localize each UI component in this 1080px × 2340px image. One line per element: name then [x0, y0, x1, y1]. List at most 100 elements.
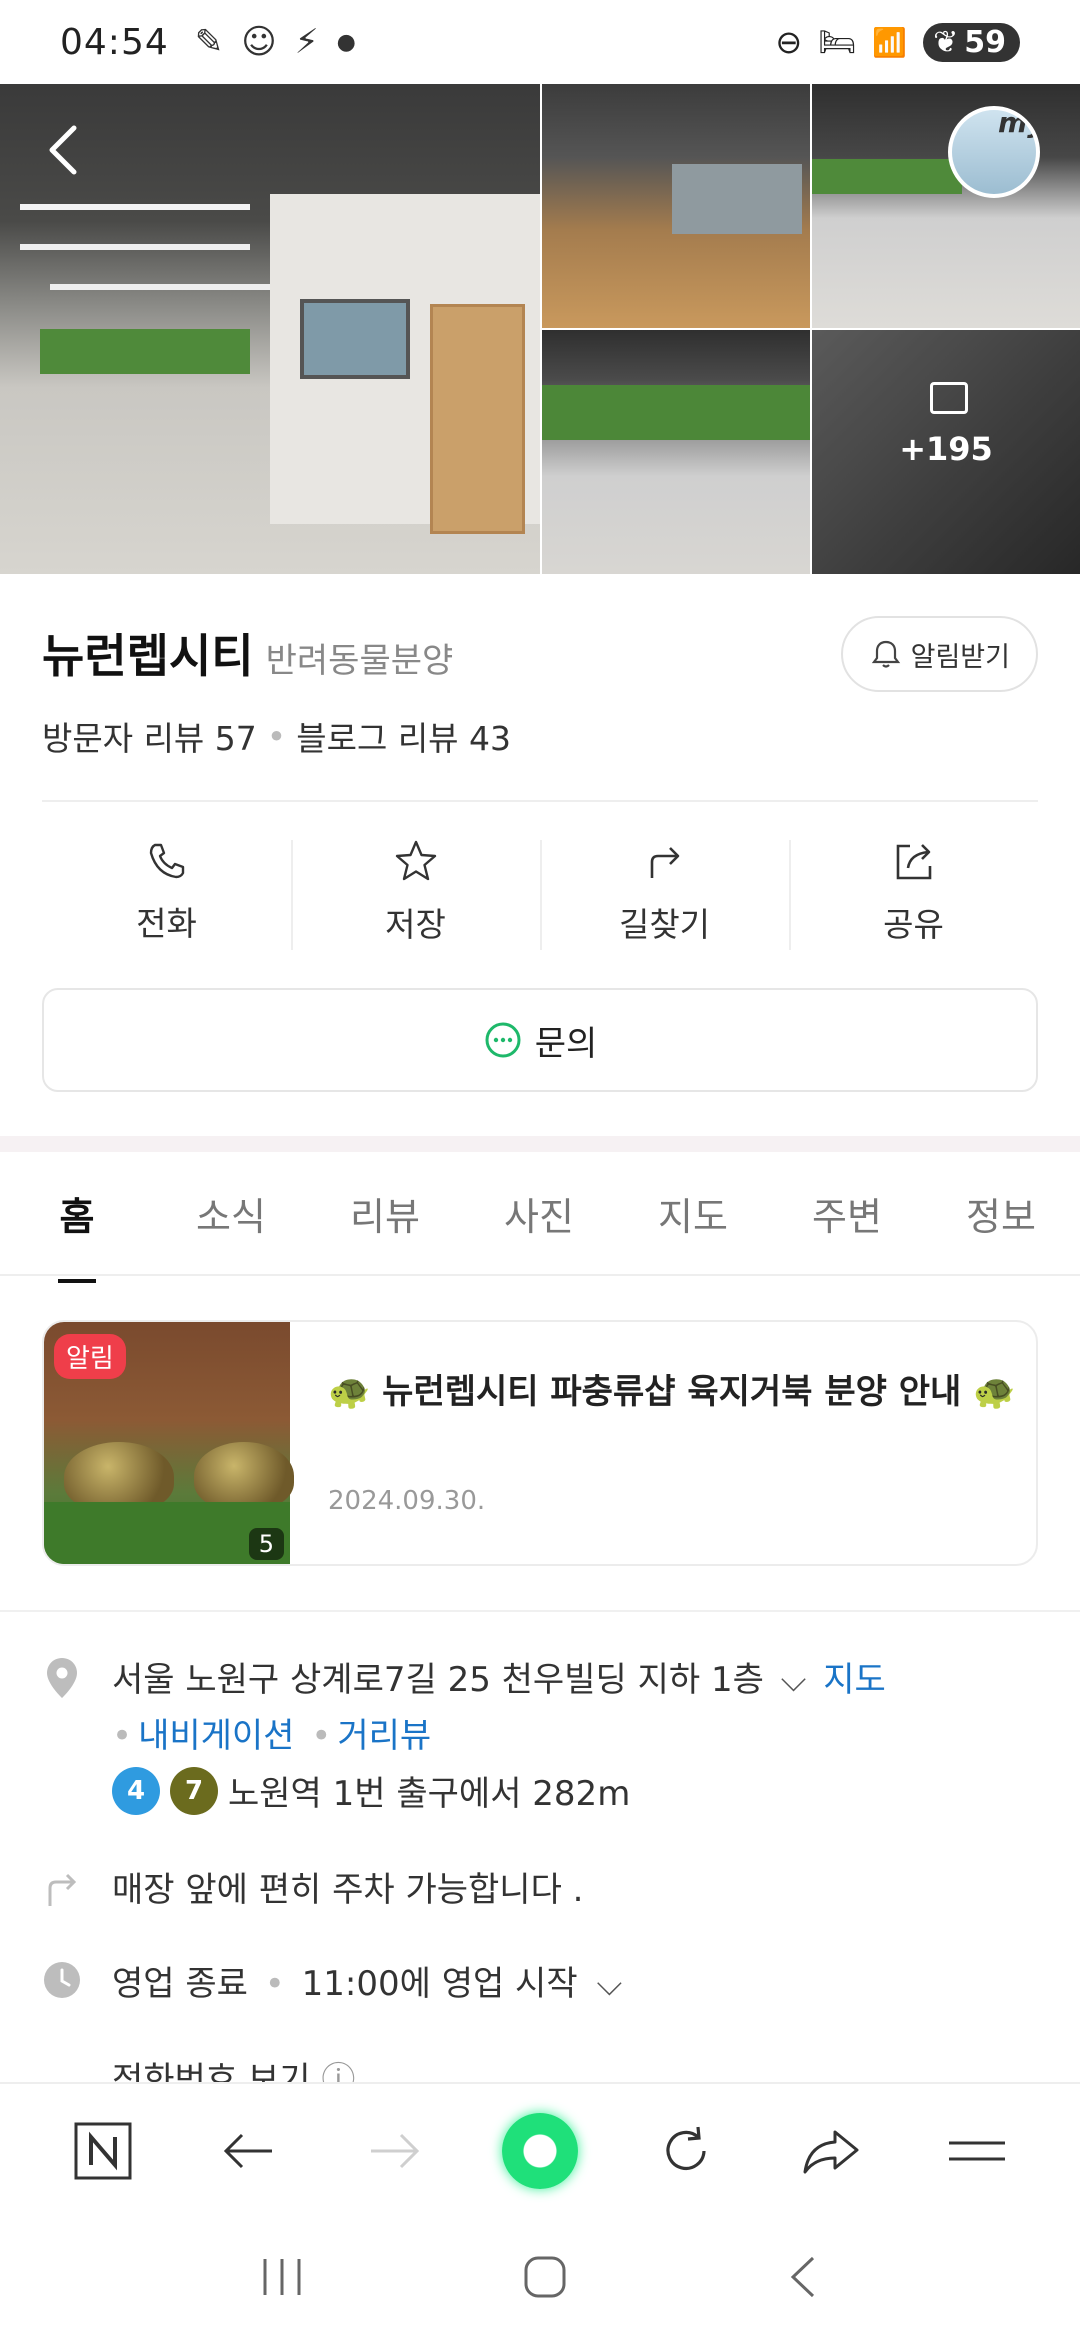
battery-indicator: ❦ 59: [923, 22, 1020, 62]
tab-news[interactable]: 소식: [154, 1186, 308, 1241]
inquiry-button[interactable]: 문의: [42, 988, 1038, 1092]
refresh-icon: [666, 2126, 706, 2171]
my-profile-button[interactable]: my: [948, 106, 1040, 198]
tab-reviews[interactable]: 리뷰: [308, 1186, 462, 1241]
divider: [42, 800, 1038, 802]
phone-icon: [149, 843, 184, 879]
call-label: 전화: [136, 904, 197, 943]
arrow-left-icon: [223, 2133, 272, 2169]
notice-date: 2024.09.30.: [328, 1486, 486, 1516]
star-icon: [395, 840, 436, 881]
parking-route-icon: [48, 1873, 77, 1906]
green-dot-button[interactable]: [500, 2111, 580, 2191]
refresh-button[interactable]: [646, 2111, 726, 2191]
visitor-review-link[interactable]: 방문자 리뷰 57: [42, 712, 257, 760]
chevron-left-icon: [49, 125, 77, 175]
gallery-photo-4[interactable]: [542, 330, 810, 574]
back-nav-button[interactable]: [209, 2111, 289, 2191]
chat-icon: [485, 1022, 521, 1058]
section-separator: [0, 1136, 1080, 1152]
recent-apps-icon: [263, 2259, 301, 2295]
back-button[interactable]: [36, 120, 96, 180]
dnd-icon: ⊖: [775, 23, 803, 61]
tab-info[interactable]: 정보: [924, 1186, 1078, 1241]
system-back-button[interactable]: [783, 2254, 823, 2304]
bolt-icon: ⚡: [294, 22, 319, 62]
action-bar: 전화 저장 길찾기 공유: [42, 822, 1038, 962]
my-badge-label: my: [998, 106, 1036, 139]
parking-text: 매장 앞에 편히 주차 가능합니다 .: [112, 1870, 584, 1910]
map-link[interactable]: 지도: [823, 1660, 886, 1700]
gallery-photo-more[interactable]: +195: [812, 330, 1080, 574]
photo-gallery: +195 my: [0, 84, 1080, 574]
parking-row: 매장 앞에 편히 주차 가능합니다 .: [42, 1862, 1038, 1922]
green-dot-icon: [501, 2113, 578, 2189]
alarm-button[interactable]: 알림받기: [840, 616, 1038, 692]
chevron-down-icon[interactable]: ⌵: [781, 1660, 807, 1700]
divider: [0, 1610, 1080, 1612]
street-view-link[interactable]: 거리뷰: [337, 1716, 431, 1756]
address-row: 서울 노원구 상계로7길 25 천우빌딩 지하 1층 ⌵ 지도 • 내비게이션 •…: [42, 1652, 1038, 1772]
place-category: 반려동물분양: [265, 641, 454, 681]
hours-row[interactable]: 영업 종료 • 11:00에 영업 시작 ⌵: [42, 1956, 1038, 2016]
hours-status: 영업 종료: [112, 1964, 248, 2004]
tab-photos[interactable]: 사진: [462, 1186, 616, 1241]
subway-distance: 노원역 1번 출구에서 282m: [228, 1774, 631, 1814]
directions-icon: [650, 847, 679, 878]
gallery-photo-3[interactable]: [812, 84, 1080, 328]
call-button[interactable]: 전화: [42, 822, 291, 962]
gallery-photo-2[interactable]: [542, 84, 810, 328]
blog-review-link[interactable]: 블로그 리뷰 43: [296, 712, 511, 760]
directions-label: 길찾기: [618, 905, 711, 944]
status-time: 04:54: [60, 21, 169, 63]
menu-button[interactable]: [937, 2111, 1017, 2191]
forward-nav-button[interactable]: [354, 2111, 434, 2191]
subway-line-4-badge: 4: [112, 1766, 160, 1815]
clock-icon: [44, 1962, 80, 1998]
phone-view-text: 전화번호 보기: [112, 2060, 311, 2082]
arrow-right-icon: [371, 2133, 420, 2169]
phone-row[interactable]: 전화번호 보기 ⓘ: [42, 2052, 1038, 2082]
system-navigation-bar: [0, 2218, 1080, 2340]
status-bar: 04:54 ✎ ☺ ⚡ ● ⊖ 🛏 📶 ❦ 59: [0, 0, 1080, 84]
face-notification-icon: ☺: [241, 22, 277, 62]
alarm-button-label: 알림받기: [910, 641, 1010, 673]
bell-plus-icon: [871, 640, 900, 668]
directions-button[interactable]: 길찾기: [540, 822, 789, 962]
tab-map[interactable]: 지도: [616, 1186, 770, 1241]
notice-card[interactable]: 알림 5 🐢 뉴런렙시티 파충류샵 육지거북 분양 안내 🐢 2024.09.3…: [42, 1320, 1038, 1566]
share-label: 공유: [883, 905, 944, 944]
hamburger-menu-icon: [949, 2141, 1006, 2161]
place-title-row: 뉴런렙시티 반려동물분양: [42, 620, 453, 686]
location-pin-icon: [47, 1658, 77, 1698]
recent-apps-button[interactable]: [257, 2255, 307, 2303]
navigation-link[interactable]: 내비게이션: [138, 1716, 294, 1756]
battery-level: 59: [964, 24, 1006, 60]
place-name: 뉴런렙시티: [42, 629, 254, 683]
chevron-down-icon: ⌵: [596, 1964, 623, 2004]
naver-home-button[interactable]: [63, 2111, 143, 2191]
tab-nearby[interactable]: 주변: [770, 1186, 924, 1241]
save-button[interactable]: 저장: [291, 822, 540, 962]
notice-title: 🐢 뉴런렙시티 파충류샵 육지거북 분양 안내 🐢: [328, 1372, 1016, 1412]
subway-row: 4 7 노원역 1번 출구에서 282m: [42, 1766, 1038, 1826]
browser-toolbar: [0, 2082, 1080, 2218]
home-button[interactable]: [522, 2254, 568, 2304]
forward-share-icon: [803, 2130, 859, 2174]
notice-thumbnail: 알림 5: [44, 1322, 294, 1564]
home-icon: [524, 2256, 566, 2298]
tab-bar: 홈 소식 리뷰 사진 지도 주변 정보: [0, 1152, 1080, 1276]
chevron-left-icon: [790, 2256, 814, 2298]
leaf-icon: ❦: [933, 24, 959, 60]
share-icon: [896, 844, 931, 880]
save-label: 저장: [385, 905, 446, 944]
share-nav-button[interactable]: [791, 2111, 871, 2191]
hours-text: 11:00에 영업 시작: [301, 1964, 578, 2004]
tab-home[interactable]: 홈: [0, 1186, 154, 1241]
review-counts: 방문자 리뷰 57 • 블로그 리뷰 43: [42, 712, 511, 760]
gallery-icon: [930, 382, 968, 414]
naver-n-icon: [74, 2122, 132, 2180]
dot-icon: ●: [336, 29, 356, 55]
share-button[interactable]: 공유: [789, 822, 1038, 962]
address-text: 서울 노원구 상계로7길 25 천우빌딩 지하 1층: [112, 1660, 764, 1700]
